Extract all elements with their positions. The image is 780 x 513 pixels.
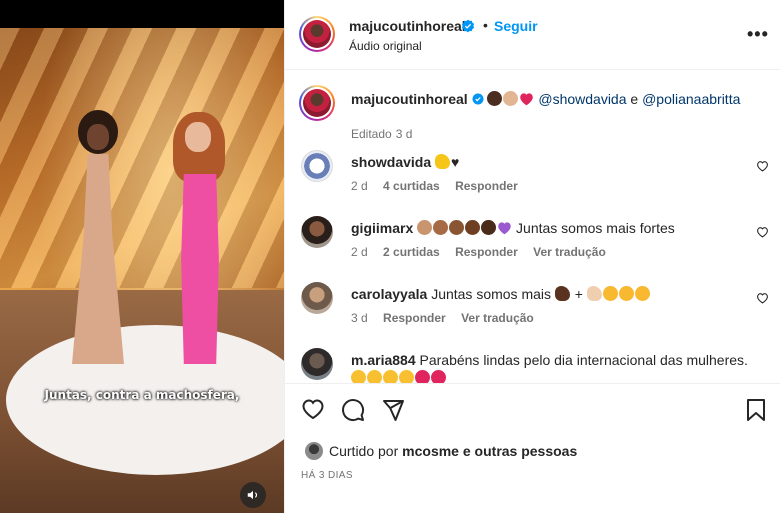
emoji-row <box>351 370 447 383</box>
smiling-hearts-emoji-icon <box>602 286 618 301</box>
likes-summary: Curtido por mcosme e outras pessoas <box>285 436 780 464</box>
clap-emoji-icon <box>481 220 497 235</box>
comment-time[interactable]: 3 d <box>351 311 368 325</box>
post-time[interactable]: 3 d <box>396 127 413 141</box>
edited-label: Editado <box>351 127 392 141</box>
comment-item: showdavida ♥ 2 d 4 curtidas Responder <box>285 149 780 209</box>
heart-emoji-icon <box>520 93 534 106</box>
other-likers-link[interactable]: outras pessoas <box>475 443 578 459</box>
comment-likes[interactable]: 4 curtidas <box>383 179 440 193</box>
caption-entry: majucoutinhoreal @showdavida e @polianaa… <box>285 85 780 145</box>
comment-username[interactable]: carolayyala <box>351 286 427 302</box>
mention-link[interactable]: @polianaabritta <box>642 91 740 107</box>
clap-emoji-icon <box>417 220 433 235</box>
fist-emoji-icon <box>503 91 519 106</box>
purple-heart-emoji-icon <box>498 222 511 235</box>
verified-badge-icon <box>461 19 475 33</box>
post-media[interactable]: Juntas, contra a machosfera, <box>0 0 284 513</box>
speaker-icon <box>247 490 258 500</box>
more-options-icon[interactable]: ••• <box>747 24 769 45</box>
reply-button[interactable]: Responder <box>383 311 446 325</box>
comment-username[interactable]: showdavida <box>351 154 431 170</box>
verified-badge-icon <box>472 93 484 105</box>
comment-text: Juntas somos mais <box>431 286 552 302</box>
flexed-biceps-emoji-icon <box>586 286 602 301</box>
emoji-icon <box>367 370 382 383</box>
avatar[interactable] <box>301 150 333 182</box>
smiling-hearts-emoji-icon <box>634 286 650 301</box>
comment-item: carolayyala Juntas somos mais + 3 d Resp… <box>285 281 780 341</box>
studio-backdrop <box>0 28 284 288</box>
smiling-hearts-emoji-icon <box>618 286 634 301</box>
reply-button[interactable]: Responder <box>455 179 518 193</box>
comment-likes[interactable]: 2 curtidas <box>383 245 440 259</box>
caption-connector: e <box>630 91 639 107</box>
emoji-icon <box>431 370 446 383</box>
comment-time[interactable]: 2 d <box>351 245 368 259</box>
audio-label[interactable]: Áudio original <box>349 39 422 53</box>
share-send-icon[interactable] <box>381 398 405 422</box>
fist-emoji-icon <box>487 91 503 106</box>
comments-list[interactable]: majucoutinhoreal @showdavida e @polianaa… <box>285 71 780 383</box>
presenter-left <box>62 110 134 370</box>
post-date[interactable]: HÁ 3 DIAS <box>301 470 353 481</box>
flexed-biceps-emoji-icon <box>435 154 451 169</box>
author-username[interactable]: majucoutinhoreal <box>349 18 466 34</box>
like-comment-heart-icon[interactable] <box>756 226 769 238</box>
comment-text: Juntas somos mais fortes <box>516 220 675 236</box>
comment-item: m.aria884 Parabéns lindas pelo dia inter… <box>285 347 780 383</box>
like-heart-icon[interactable] <box>301 398 325 420</box>
translate-button[interactable]: Ver tradução <box>533 245 606 259</box>
video-subtitle: Juntas, contra a machosfera, <box>44 388 240 402</box>
avatar[interactable] <box>299 85 335 121</box>
header-separator: • <box>483 17 488 33</box>
save-bookmark-icon[interactable] <box>745 398 767 422</box>
follow-button[interactable]: Seguir <box>494 18 538 34</box>
comment-text: Parabéns lindas pelo dia internacional d… <box>419 352 748 368</box>
clap-emoji-icon <box>465 220 481 235</box>
comment-item: gigiimarx Juntas somos mais fortes 2 d 2… <box>285 215 780 275</box>
reply-button[interactable]: Responder <box>455 245 518 259</box>
likes-prefix: Curtido por <box>329 443 399 459</box>
avatar[interactable] <box>301 216 333 248</box>
avatar[interactable] <box>301 348 333 380</box>
black-heart-emoji-icon: ♥ <box>451 154 460 170</box>
post-header: majucoutinhoreal • Seguir Áudio original… <box>285 0 780 70</box>
flexed-biceps-emoji-icon <box>554 286 570 301</box>
avatar[interactable] <box>299 16 335 52</box>
liked-by-user-link[interactable]: mcosme <box>402 443 459 459</box>
clap-emoji-icon <box>449 220 465 235</box>
clap-emoji-icon <box>433 220 449 235</box>
comment-text-plus: + <box>574 286 583 302</box>
likes-connector: e <box>462 443 471 459</box>
media-top-bar <box>0 0 284 28</box>
mention-link[interactable]: @showdavida <box>538 91 626 107</box>
like-comment-heart-icon[interactable] <box>756 292 769 304</box>
comment-time[interactable]: 2 d <box>351 179 368 193</box>
emoji-icon <box>399 370 414 383</box>
presenter-right <box>165 112 235 374</box>
like-comment-heart-icon[interactable] <box>756 160 769 172</box>
comment-bubble-icon[interactable] <box>341 398 365 422</box>
audio-toggle-button[interactable] <box>240 482 266 508</box>
translate-button[interactable]: Ver tradução <box>461 311 534 325</box>
avatar[interactable] <box>305 442 323 460</box>
post-detail-panel: majucoutinhoreal • Seguir Áudio original… <box>284 0 780 513</box>
emoji-icon <box>351 370 366 383</box>
caption-username[interactable]: majucoutinhoreal <box>351 91 468 107</box>
emoji-icon <box>383 370 398 383</box>
comment-username[interactable]: m.aria884 <box>351 352 416 368</box>
emoji-icon <box>415 370 430 383</box>
avatar[interactable] <box>301 282 333 314</box>
comment-username[interactable]: gigiimarx <box>351 220 413 236</box>
action-bar <box>285 383 780 433</box>
